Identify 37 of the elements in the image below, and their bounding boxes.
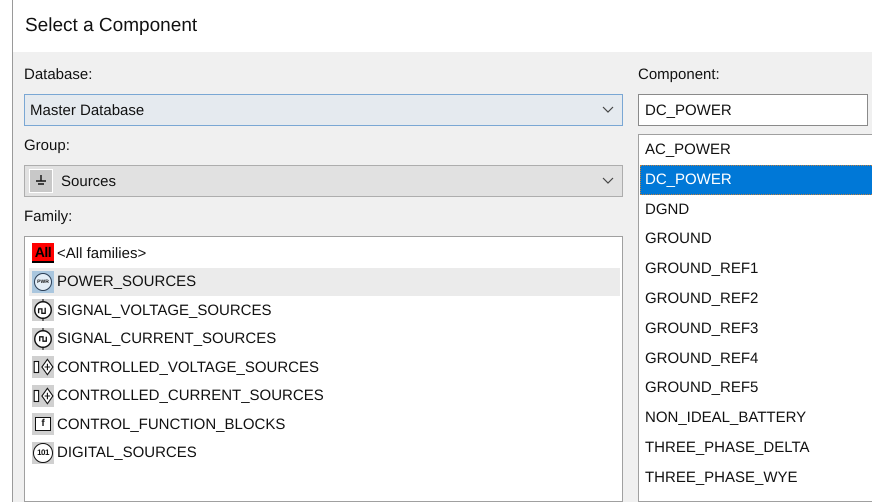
chevron-down-icon	[602, 106, 614, 114]
family-label: Family:	[24, 208, 72, 226]
controlled-source-icon	[32, 356, 54, 378]
family-item[interactable]: All <All families>	[29, 239, 620, 268]
family-item[interactable]: SIGNAL_CURRENT_SOURCES	[29, 324, 620, 353]
component-item[interactable]: GROUND_REF3	[640, 314, 872, 344]
signal-source-icon	[32, 299, 54, 322]
signal-source-icon	[32, 328, 54, 350]
controlled-source-icon	[32, 384, 54, 407]
component-item[interactable]: GROUND_REF4	[640, 344, 872, 374]
component-item[interactable]: DC_POWER	[640, 164, 872, 195]
component-field[interactable]: DC_POWER	[638, 94, 868, 126]
database-dropdown[interactable]: Master Database	[24, 94, 623, 126]
component-item[interactable]: AC_POWER	[640, 135, 872, 165]
group-dropdown[interactable]: Sources	[24, 165, 623, 197]
component-label: Component:	[638, 66, 720, 84]
digital-source-icon: 101	[32, 442, 54, 464]
chevron-down-icon	[602, 177, 614, 185]
component-item[interactable]: GROUND_REF1	[640, 254, 872, 284]
family-item[interactable]: SIGNAL_VOLTAGE_SOURCES	[29, 296, 620, 324]
ground-symbol-icon	[29, 169, 53, 193]
function-block-icon: f	[32, 413, 54, 436]
family-item[interactable]: f CONTROL_FUNCTION_BLOCKS	[29, 410, 620, 438]
component-item[interactable]: DGND	[640, 194, 872, 224]
component-item[interactable]: GROUND	[640, 224, 872, 254]
component-item[interactable]: GROUND_REF5	[640, 373, 872, 404]
component-item[interactable]: GROUND_REF2	[640, 284, 872, 314]
all-badge: All	[32, 243, 54, 264]
family-item[interactable]: CONTROLLED_CURRENT_SOURCES	[29, 382, 620, 410]
window-title: Select a Component	[25, 15, 198, 37]
group-label: Group:	[24, 137, 70, 155]
family-item[interactable]: CONTROLLED_VOLTAGE_SOURCES	[29, 353, 620, 382]
component-item[interactable]: THREE_PHASE_DELTA	[640, 432, 872, 463]
component-item[interactable]: NON_IDEAL_BATTERY	[640, 403, 872, 433]
component-item[interactable]: THREE_PHASE_WYE	[640, 462, 872, 493]
database-label: Database:	[24, 66, 92, 84]
family-item[interactable]: 101 DIGITAL_SOURCES	[29, 438, 620, 467]
